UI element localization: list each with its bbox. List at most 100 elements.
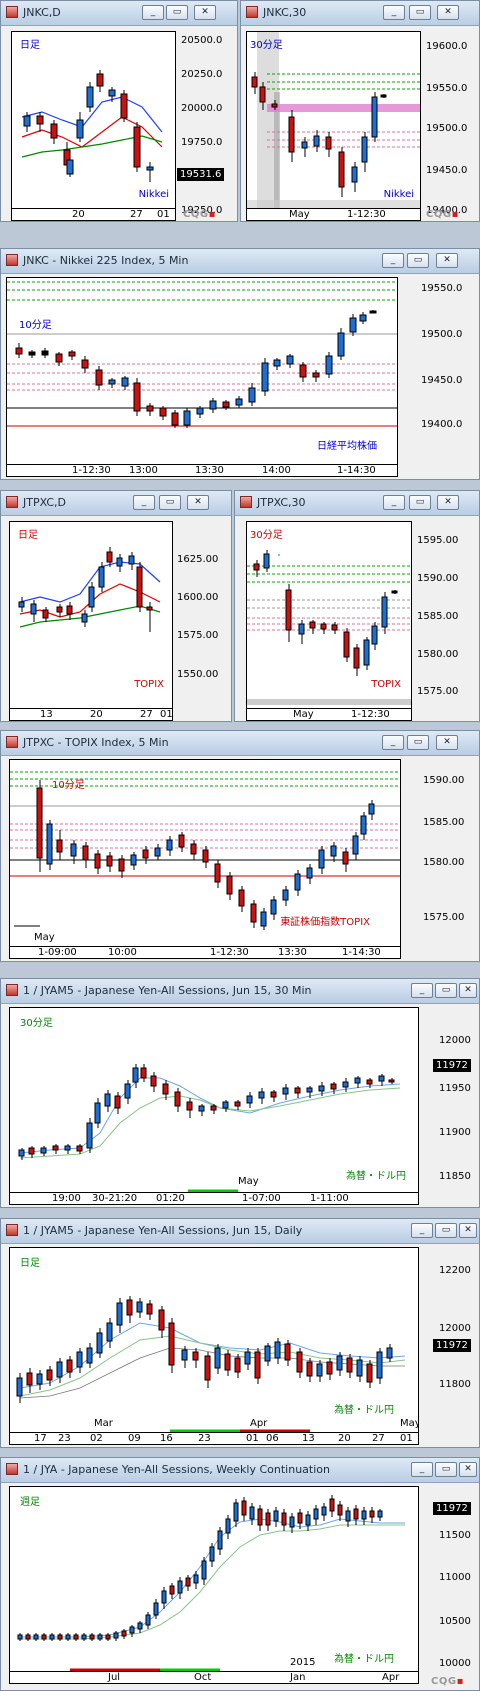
period-label: 30分足 bbox=[250, 530, 283, 541]
y-tick: 19550.0 bbox=[421, 283, 463, 294]
chart-plot[interactable]: 週足 2015 為替・ドル円 bbox=[9, 1486, 419, 1672]
restore-button[interactable]: ▭ bbox=[166, 5, 188, 20]
title-bar[interactable]: JNKC,D _ ▭ ✕ bbox=[1, 1, 237, 26]
restore-button[interactable]: ▭ bbox=[409, 5, 431, 20]
x-tick: 1-12:30 bbox=[210, 947, 249, 958]
window-title: JTPXC - TOPIX Index, 5 Min bbox=[23, 736, 169, 749]
close-button[interactable]: ✕ bbox=[187, 495, 209, 510]
close-button[interactable]: ✕ bbox=[459, 983, 477, 998]
minimize-button[interactable]: _ bbox=[382, 253, 404, 268]
x-tick: May bbox=[289, 209, 310, 220]
close-button[interactable]: ✕ bbox=[459, 1462, 477, 1477]
x-tick: 1-09:00 bbox=[38, 947, 77, 958]
last-price-box: 19531.6 bbox=[177, 168, 225, 181]
title-bar[interactable]: JNKC - Nikkei 225 Index, 5 Min _ ▭ ✕ bbox=[1, 249, 479, 274]
y-tick: 1575.00 bbox=[177, 630, 219, 641]
x-tick: 16 bbox=[160, 1433, 173, 1444]
title-bar[interactable]: JTPXC,30 _ ▭ ✕ bbox=[235, 491, 479, 516]
minimize-button[interactable]: _ bbox=[383, 495, 405, 510]
instrument-label: 為替・ドル円 bbox=[346, 1171, 406, 1182]
y-tick: 1580.00 bbox=[423, 857, 465, 868]
x-tick: 1-12:30 bbox=[72, 465, 111, 476]
instrument-label: 日経平均株価 bbox=[317, 441, 377, 452]
minimize-button[interactable]: _ bbox=[383, 5, 405, 20]
minimize-button[interactable]: _ bbox=[411, 983, 433, 998]
chart-window-icon bbox=[6, 1224, 18, 1236]
chart-plot[interactable]: 10分足 May 東証株価指数TOPIX bbox=[9, 759, 401, 947]
restore-button[interactable]: ▭ bbox=[435, 1462, 457, 1477]
restore-button[interactable]: ▭ bbox=[409, 495, 431, 510]
period-label: 日足 bbox=[20, 40, 40, 51]
x-tick: 1-12:30 bbox=[351, 709, 390, 720]
close-button[interactable]: ✕ bbox=[194, 5, 216, 20]
last-price-box: 11972 bbox=[433, 1502, 471, 1515]
title-bar[interactable]: JNKC,30 _ ▭ ✕ bbox=[241, 1, 479, 26]
title-bar[interactable]: 1 / JYA - Japanese Yen-All Sessions, Wee… bbox=[1, 1458, 479, 1483]
y-tick: 11000 bbox=[439, 1572, 471, 1583]
period-label: 30分足 bbox=[20, 1018, 53, 1029]
close-button[interactable]: ✕ bbox=[437, 495, 459, 510]
chart-window-icon bbox=[6, 496, 18, 508]
y-tick: 1585.00 bbox=[423, 817, 465, 828]
y-tick: 12200 bbox=[439, 1265, 471, 1276]
restore-button[interactable]: ▭ bbox=[435, 983, 457, 998]
restore-button[interactable]: ▭ bbox=[407, 253, 429, 268]
x-tick: 10:00 bbox=[108, 947, 137, 958]
x-tick: 13:30 bbox=[195, 465, 224, 476]
instrument-label: 東証株価指数TOPIX bbox=[280, 917, 370, 928]
chart-plot[interactable]: 30分足 TOPIX bbox=[246, 521, 412, 709]
x-tick: Apr bbox=[382, 1672, 400, 1683]
instrument-label: 為替・ドル円 bbox=[334, 1654, 394, 1665]
window-jnkc-30min: JNKC,30 _ ▭ ✕ 30分足 Nikkei May 1-12:30 19… bbox=[240, 0, 480, 222]
chart-plot[interactable]: 日足 TOPIX bbox=[9, 521, 173, 709]
chart-plot[interactable]: 30分足 Nikkei bbox=[246, 31, 421, 209]
x-tick: 13 bbox=[40, 709, 53, 720]
chart-plot[interactable]: 日足 Mar Apr May 為替・ドル円 bbox=[9, 1247, 419, 1433]
x-tick: 23 bbox=[198, 1433, 211, 1444]
title-bar[interactable]: 1 / JYAM5 - Japanese Yen-All Sessions, J… bbox=[1, 1219, 479, 1244]
close-button[interactable]: ✕ bbox=[436, 253, 458, 268]
minimize-button[interactable]: _ bbox=[411, 1462, 433, 1477]
close-button[interactable]: ✕ bbox=[459, 1223, 477, 1238]
period-label: 日足 bbox=[20, 1258, 40, 1269]
y-tick: 1585.00 bbox=[417, 611, 459, 622]
x-tick: 01 bbox=[400, 1433, 413, 1444]
chart-window-icon bbox=[6, 254, 18, 266]
title-bar[interactable]: 1 / JYAM5 - Japanese Yen-All Sessions, J… bbox=[1, 979, 479, 1004]
chart-plot[interactable]: 日足 Nikkei bbox=[11, 31, 176, 209]
x-tick: 1-12:30 bbox=[347, 209, 386, 220]
close-button[interactable]: ✕ bbox=[436, 735, 458, 750]
x-axis: 17 23 02 09 16 23 01 06 13 20 27 01 bbox=[9, 1433, 419, 1445]
y-tick: 19450.0 bbox=[421, 375, 463, 386]
chart-plot[interactable]: 10分足 日経平均株価 bbox=[6, 277, 398, 465]
x-tick: 27 bbox=[130, 209, 143, 220]
x-tick: 17 bbox=[34, 1433, 47, 1444]
window-jtpxc-30min: JTPXC,30 _ ▭ ✕ 30分足 TOPIX May 1-12:30 15… bbox=[234, 490, 480, 722]
restore-button[interactable]: ▭ bbox=[407, 735, 429, 750]
restore-button[interactable]: ▭ bbox=[435, 1223, 457, 1238]
x-axis: May 1-12:30 bbox=[246, 209, 421, 221]
title-bar[interactable]: JTPXC,D _ ▭ ✕ bbox=[1, 491, 231, 516]
x-tick: 09 bbox=[128, 1433, 141, 1444]
minimize-button[interactable]: _ bbox=[133, 495, 155, 510]
window-title: JNKC,30 bbox=[263, 6, 307, 19]
chart-plot[interactable]: 30分足 May 為替・ドル円 bbox=[9, 1007, 419, 1193]
title-bar[interactable]: JTPXC - TOPIX Index, 5 Min _ ▭ ✕ bbox=[1, 731, 479, 756]
restore-button[interactable]: ▭ bbox=[159, 495, 181, 510]
minimize-button[interactable]: _ bbox=[382, 735, 404, 750]
y-tick: 1600.00 bbox=[177, 592, 219, 603]
instrument-label: Nikkei bbox=[383, 189, 414, 200]
y-tick: 1575.00 bbox=[417, 686, 459, 697]
y-tick: 20250.0 bbox=[181, 69, 223, 80]
x-axis: 19:00 30-21:20 01:20 1-07:00 1-11:00 bbox=[9, 1193, 419, 1205]
x-tick: May bbox=[293, 709, 314, 720]
month-label-mar: Mar bbox=[94, 1418, 113, 1429]
close-button[interactable]: ✕ bbox=[437, 5, 459, 20]
minimize-button[interactable]: _ bbox=[142, 5, 164, 20]
chart-window-icon bbox=[6, 6, 18, 18]
window-jnkc-daily: JNKC,D _ ▭ ✕ 日足 Nikkei 20 27 01 20500.0 … bbox=[0, 0, 238, 222]
x-tick: 20 bbox=[338, 1433, 351, 1444]
chart-window-icon bbox=[246, 6, 258, 18]
minimize-button[interactable]: _ bbox=[411, 1223, 433, 1238]
y-tick: 1625.00 bbox=[177, 554, 219, 565]
